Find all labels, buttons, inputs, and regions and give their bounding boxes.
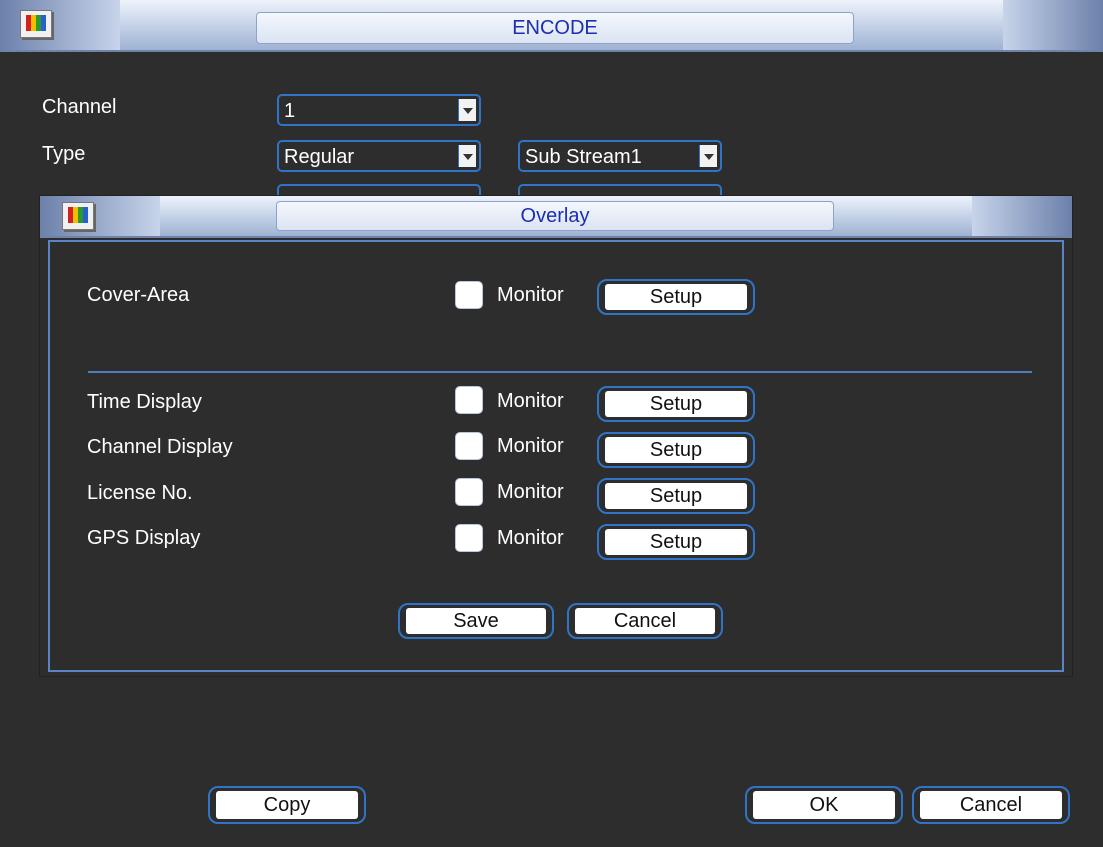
overlay-titlebar: Overlay xyxy=(40,196,1072,238)
overlay-save-button[interactable]: Save xyxy=(398,603,554,639)
type-value: Regular xyxy=(284,146,355,168)
channel-display-label: Channel Display xyxy=(87,436,233,458)
ok-button[interactable]: OK xyxy=(745,786,903,824)
setup-button-label: Setup xyxy=(605,483,747,509)
channel-display-monitor-label: Monitor xyxy=(497,435,564,457)
encode-titlebar: ENCODE xyxy=(0,0,1103,52)
cancel-button-label: Cancel xyxy=(575,608,715,634)
cancel-button[interactable]: Cancel xyxy=(912,786,1070,824)
ok-button-label: OK xyxy=(753,791,895,819)
section-divider xyxy=(88,371,1032,373)
save-button-label: Save xyxy=(406,608,546,634)
cover-area-label: Cover-Area xyxy=(87,284,190,306)
channel-label: Channel xyxy=(42,96,117,118)
overlay-titlebar-right-gradient xyxy=(972,196,1072,236)
cover-area-monitor-label: Monitor xyxy=(497,284,564,306)
dropdown-arrow-icon[interactable] xyxy=(458,145,476,167)
dropdown-arrow-icon[interactable] xyxy=(458,99,476,121)
time-display-label: Time Display xyxy=(87,391,202,413)
time-display-monitor-label: Monitor xyxy=(497,390,564,412)
titlebar-right-gradient xyxy=(1003,0,1103,50)
setup-button-label: Setup xyxy=(605,391,747,417)
overlay-cancel-button[interactable]: Cancel xyxy=(567,603,723,639)
setup-button-label: Setup xyxy=(605,529,747,555)
cover-area-setup-button[interactable]: Setup xyxy=(597,279,755,315)
time-display-setup-button[interactable]: Setup xyxy=(597,386,755,422)
channel-select[interactable]: 1 xyxy=(277,94,481,126)
titlebar-left-gradient xyxy=(0,0,120,50)
stream-select[interactable]: Sub Stream1 xyxy=(518,140,722,172)
gps-display-setup-button[interactable]: Setup xyxy=(597,524,755,560)
copy-button[interactable]: Copy xyxy=(208,786,366,824)
channel-display-monitor-checkbox[interactable] xyxy=(455,432,483,460)
license-no-setup-button[interactable]: Setup xyxy=(597,478,755,514)
stream-value: Sub Stream1 xyxy=(525,146,642,168)
type-select[interactable]: Regular xyxy=(277,140,481,172)
channel-display-setup-button[interactable]: Setup xyxy=(597,432,755,468)
window-title: ENCODE xyxy=(256,12,854,44)
setup-button-label: Setup xyxy=(605,284,747,310)
app-monitor-icon xyxy=(62,202,94,230)
cancel-button-label: Cancel xyxy=(920,791,1062,819)
gps-display-label: GPS Display xyxy=(87,527,201,549)
license-no-monitor-checkbox[interactable] xyxy=(455,478,483,506)
gps-display-monitor-label: Monitor xyxy=(497,527,564,549)
license-no-label: License No. xyxy=(87,482,193,504)
copy-button-label: Copy xyxy=(216,791,358,819)
channel-value: 1 xyxy=(284,100,296,122)
overlay-title: Overlay xyxy=(276,201,834,231)
dropdown-arrow-icon[interactable] xyxy=(699,145,717,167)
gps-display-monitor-checkbox[interactable] xyxy=(455,524,483,552)
app-monitor-icon xyxy=(20,10,52,38)
time-display-monitor-checkbox[interactable] xyxy=(455,386,483,414)
overlay-titlebar-left-gradient xyxy=(40,196,160,236)
license-no-monitor-label: Monitor xyxy=(497,481,564,503)
cover-area-monitor-checkbox[interactable] xyxy=(455,281,483,309)
type-label: Type xyxy=(42,143,86,165)
setup-button-label: Setup xyxy=(605,437,747,463)
